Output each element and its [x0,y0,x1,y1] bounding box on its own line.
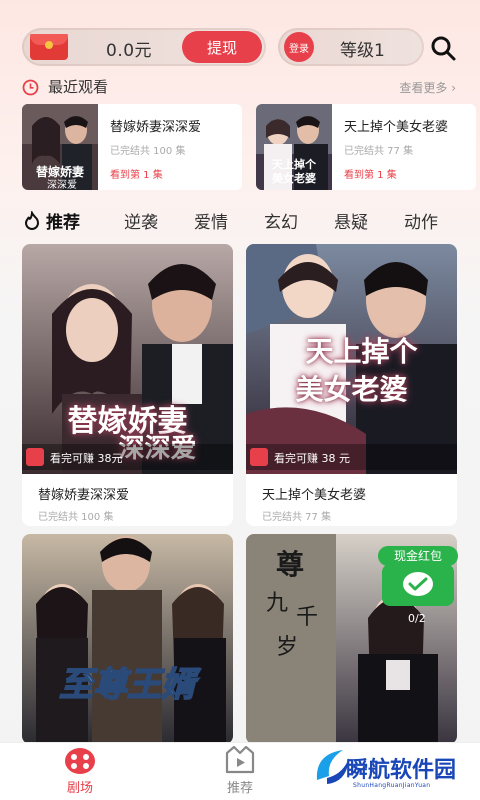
tab-action[interactable]: 动作 [404,208,438,233]
balance-amount: 0.0元 [106,41,153,61]
earn-strip: 看完可赚 38 元 [246,444,457,470]
drama-cover: 至尊王婿 [22,534,233,744]
drama-card[interactable]: 至尊王婿 [22,534,233,744]
recent-item-title: 天上掉个美女老婆 [344,120,449,135]
nav-theater[interactable]: 剧场 [40,743,120,800]
tv-icon [225,745,255,774]
earn-strip: 看完可赚 38元 [22,444,233,470]
drama-cover: 替嫁娇妻 深深爱 看完可赚 38元 [22,244,233,474]
svg-text:替嫁娇妻: 替嫁娇妻 [36,164,84,179]
recent-item-meta: 已完结共 77 集 [344,146,414,157]
drama-card[interactable]: 替嫁娇妻 深深爱 看完可赚 38元 替嫁娇妻深深爱 已完结共 100 集 [22,244,233,526]
chevron-right-icon: › [451,81,456,95]
drama-meta: 已完结共 100 集 [38,512,114,523]
tab-romance[interactable]: 爱情 [194,208,228,233]
top-bar: 0.0元 提现 登录 等级1 [0,0,480,75]
recent-item-progress: 看到第 1 集 [344,170,397,181]
red-packet-icon [26,448,44,466]
svg-text:千: 千 [296,605,318,630]
red-packet-icon [250,448,268,466]
watermark-text: 瞬航软件园 [346,758,457,783]
recent-item[interactable]: 天上掉个 美女老婆 天上掉个美女老婆 已完结共 77 集 看到第 1 集 [256,104,476,190]
tab-fantasy[interactable]: 玄幻 [264,208,298,233]
svg-text:天上掉个: 天上掉个 [272,157,317,171]
cover-subtitle-art: 美女老婆 [295,373,408,406]
cover-title-art: 天上掉个 [305,335,418,368]
clock-icon [22,79,39,96]
recent-item[interactable]: 替嫁娇妻 深深爱 替嫁娇妻深深爱 已完结共 100 集 看到第 1 集 [22,104,242,190]
tab-comeback[interactable]: 逆袭 [124,208,158,233]
watermark-subtext: ShunHangRuanJianYuan [353,782,431,789]
level-pill[interactable]: 登录 等级1 [278,28,424,66]
redpacket-counter: 0/2 [408,612,426,625]
recent-poster: 天上掉个 美女老婆 [256,104,332,190]
earn-text: 看完可赚 38 元 [274,452,350,465]
recent-item-progress: 看到第 1 集 [110,170,163,181]
wechat-icon [382,564,454,606]
nav-theater-label: 剧场 [66,781,93,796]
level-label: 等级1 [340,41,385,61]
drama-card[interactable]: 天上掉个 美女老婆 看完可赚 38 元 天上掉个美女老婆 已完结共 77 集 [246,244,457,526]
search-icon[interactable] [429,34,457,62]
drama-meta: 已完结共 77 集 [262,512,332,523]
cash-redpacket-float[interactable]: 现金红包 [378,546,458,606]
svg-text:尊: 尊 [276,548,304,581]
svg-text:美女老婆: 美女老婆 [272,171,316,185]
tab-mystery[interactable]: 悬疑 [334,208,368,233]
svg-text:岁: 岁 [276,635,298,660]
wallet-icon [30,34,68,60]
earn-text: 看完可赚 38元 [50,452,123,465]
drama-title: 替嫁娇妻深深爱 [38,488,130,503]
cash-redpacket-label: 现金红包 [378,546,458,566]
recent-item-meta: 已完结共 100 集 [110,146,186,157]
drama-cover: 天上掉个 美女老婆 看完可赚 38 元 [246,244,457,474]
wallet-pill[interactable]: 0.0元 提现 [22,28,266,66]
svg-text:深深爱: 深深爱 [47,178,77,190]
drama-title: 天上掉个美女老婆 [262,488,367,503]
withdraw-button[interactable]: 提现 [182,31,262,63]
category-tabs: 推荐 逆袭 爱情 玄幻 悬疑 动作 [22,208,462,238]
recent-title: 最近观看 [48,78,109,96]
fire-icon [24,211,40,230]
view-more-link[interactable]: 查看更多 › [399,79,456,96]
nav-recommend-label: 推荐 [226,781,253,796]
recent-item-title: 替嫁娇妻深深爱 [110,120,202,135]
nav-recommend[interactable]: 推荐 [200,743,280,800]
recent-poster: 替嫁娇妻 深深爱 [22,104,98,190]
svg-text:至尊王婿: 至尊王婿 [59,665,201,705]
login-button[interactable]: 登录 [284,32,314,62]
tab-recommend[interactable]: 推荐 [46,208,80,233]
recent-header: 最近观看 查看更多 › [22,76,462,98]
film-reel-icon [65,748,95,774]
svg-text:九: 九 [266,591,288,616]
